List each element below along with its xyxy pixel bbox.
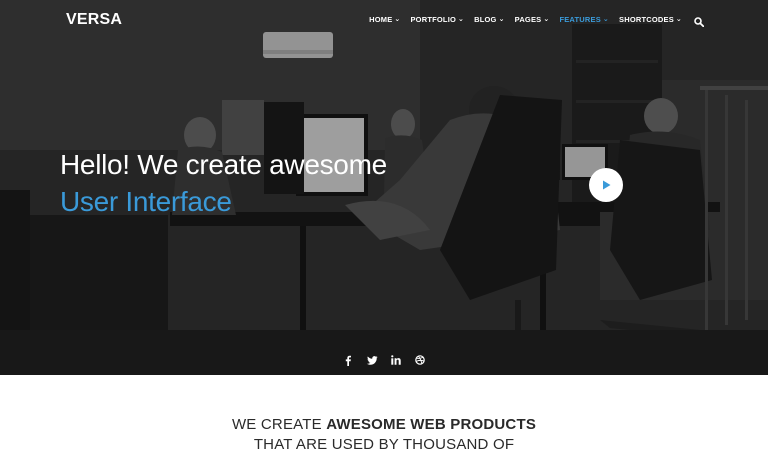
nav-item-label: PAGES [514,14,542,24]
site-logo[interactable]: VERSA [66,11,122,29]
nav-item-shortcodes[interactable]: SHORTCODES ⌄ [619,15,682,24]
intro-section: WE CREATE AWESOME WEB PRODUCTS THAT ARE … [0,375,768,450]
nav-item-label: SHORTCODES [619,14,674,24]
site-header: VERSA HOME ⌄ PORTFOLIO ⌄ BLOG ⌄ PAGES ⌄ … [0,0,768,40]
hero-headline: Hello! We create awesome [60,149,387,180]
main-nav: HOME ⌄ PORTFOLIO ⌄ BLOG ⌄ PAGES ⌄ FEATUR… [369,14,705,28]
nav-item-home[interactable]: HOME ⌄ [369,15,400,24]
nav-item-pages[interactable]: PAGES ⌄ [515,15,550,24]
nav-item-label: BLOG [474,14,497,24]
dribbble-icon[interactable] [414,354,426,366]
social-links [342,354,426,366]
hero-section: VERSA HOME ⌄ PORTFOLIO ⌄ BLOG ⌄ PAGES ⌄ … [0,0,768,375]
chevron-down-icon: ⌄ [394,15,401,23]
chevron-down-icon: ⌄ [543,15,550,23]
nav-item-blog[interactable]: BLOG ⌄ [474,15,505,24]
twitter-icon[interactable] [366,354,378,366]
hero-subheadline: User Interface [60,186,232,217]
chevron-down-icon: ⌄ [458,15,465,23]
chevron-down-icon: ⌄ [498,15,505,23]
facebook-icon[interactable] [342,354,354,366]
search-icon[interactable] [694,14,705,28]
intro-heading-line-1: WE CREATE AWESOME WEB PRODUCTS [0,416,768,433]
play-video-button[interactable] [589,168,623,202]
nav-item-portfolio[interactable]: PORTFOLIO ⌄ [410,15,464,24]
nav-item-label: PORTFOLIO [410,14,457,24]
nav-item-label: HOME [369,14,393,24]
linkedin-icon[interactable] [390,354,402,366]
nav-item-features[interactable]: FEATURES ⌄ [559,15,609,24]
chevron-down-icon: ⌄ [675,15,682,23]
nav-item-label: FEATURES [559,14,601,24]
intro-heading-bold: AWESOME WEB PRODUCTS [326,416,537,433]
intro-heading-prefix: WE CREATE [231,416,327,433]
play-icon [603,180,611,190]
chevron-down-icon: ⌄ [602,15,609,23]
intro-heading-line-2: THAT ARE USED BY THOUSAND OF [253,436,515,450]
